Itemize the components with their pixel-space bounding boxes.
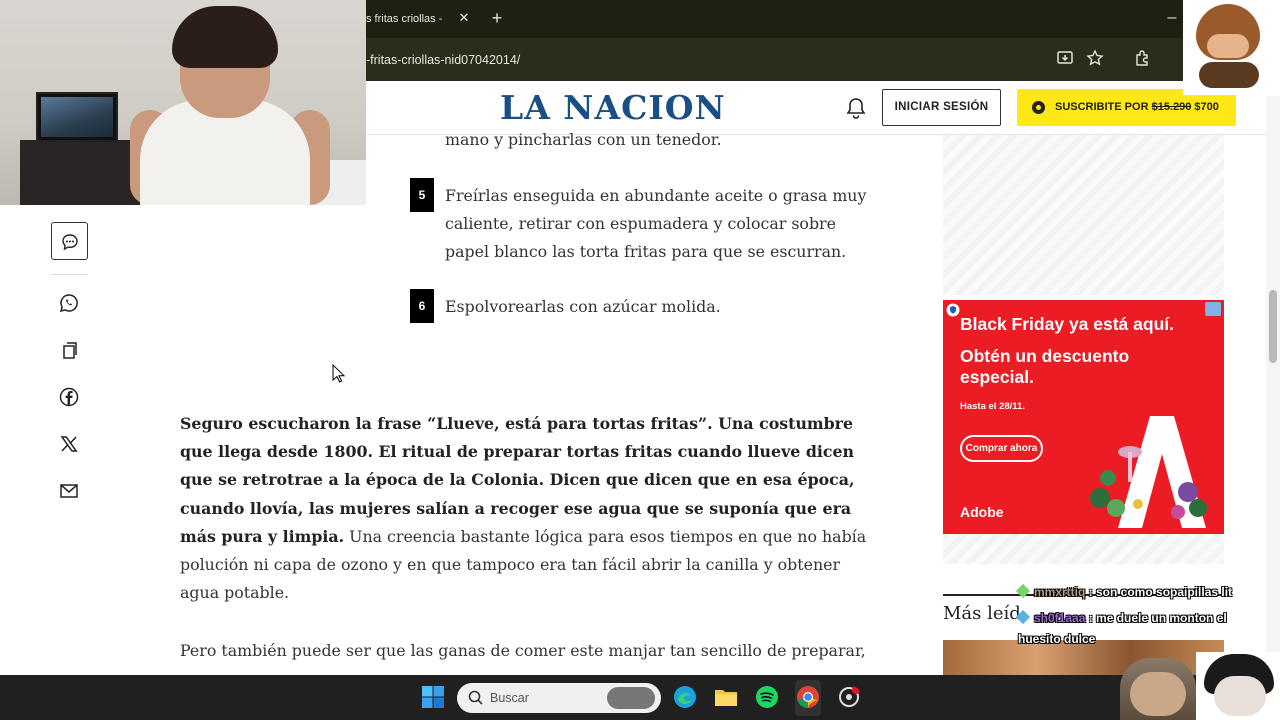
login-button[interactable]: INICIAR SESIÓN <box>882 89 1001 126</box>
scrollbar-thumb[interactable] <box>1269 290 1277 363</box>
step-text: Espolvorearlas con azúcar molida. <box>445 297 721 316</box>
comments-button[interactable] <box>51 222 88 260</box>
tab-close-icon[interactable]: ✕ <box>457 10 471 26</box>
search-placeholder: Buscar <box>490 691 529 705</box>
price-new: $700 <box>1194 101 1219 113</box>
mail-icon[interactable] <box>58 480 80 502</box>
screen: s fritas criollas - ✕ + – -fritas-crioll… <box>0 0 1280 720</box>
step-number: 5 <box>410 178 434 212</box>
mouse-cursor-icon <box>332 364 346 383</box>
chat-message: mmxrttiq : son como sopaipillas lit <box>1015 583 1232 599</box>
bookmark-star-icon[interactable] <box>1085 49 1105 69</box>
step-4-tail: mano y pincharlas con un tenedor. <box>445 130 722 149</box>
chat-message: sh0f1aaa : me duele un monton el <box>1015 609 1227 625</box>
taskbar-search[interactable]: Buscar <box>457 683 661 713</box>
comment-icon <box>62 234 78 251</box>
webcam-overlay <box>0 0 366 205</box>
ad-placeholder <box>943 135 1224 295</box>
shield-icon <box>946 303 960 317</box>
chat-badge-icon <box>1015 609 1031 625</box>
ad-cta-button[interactable]: Comprar ahora <box>960 435 1043 462</box>
extensions-icon[interactable] <box>1132 49 1152 69</box>
url-text[interactable]: -fritas-criollas-nid07042014/ <box>366 50 520 70</box>
chat-badge-icon <box>1015 583 1031 599</box>
chrome-icon[interactable] <box>796 685 820 709</box>
character-overlay-face <box>1214 676 1266 716</box>
most-read-heading: Más leíd <box>943 603 1021 624</box>
ad-placeholder <box>943 534 1224 564</box>
goomba-overlay-image <box>1183 0 1280 95</box>
edge-icon[interactable] <box>673 685 697 709</box>
new-tab-button[interactable]: + <box>488 8 506 28</box>
minimize-button[interactable]: – <box>1164 8 1180 28</box>
bell-icon[interactable] <box>845 96 867 120</box>
facebook-icon[interactable] <box>58 386 80 408</box>
ad-date: Hasta el 28/11. <box>960 401 1025 412</box>
subscribe-dot-icon <box>1032 101 1045 114</box>
windows-start-icon[interactable] <box>421 685 445 709</box>
site-logo[interactable]: LA NACION <box>500 86 752 130</box>
ad-title: Black Friday ya está aquí. <box>960 314 1174 334</box>
copy-icon[interactable] <box>58 339 80 361</box>
file-explorer-icon[interactable] <box>714 685 738 709</box>
search-icon <box>468 690 483 705</box>
character-overlay-face <box>1130 672 1186 716</box>
scrollbar[interactable] <box>1266 96 1280 675</box>
price-old: $15.290 <box>1151 101 1192 113</box>
ad-brand: Adobe <box>960 504 1004 520</box>
search-highlight-image <box>607 687 655 709</box>
step-text: Freírlas enseguida en abundante aceite o… <box>445 186 867 261</box>
x-icon[interactable] <box>58 433 80 455</box>
spotify-icon[interactable] <box>755 685 779 709</box>
adobe-a-artwork <box>1090 416 1207 528</box>
step-number: 6 <box>410 289 434 323</box>
install-app-icon[interactable] <box>1055 49 1075 69</box>
whatsapp-icon[interactable] <box>58 292 80 314</box>
settings-icon[interactable] <box>837 685 861 709</box>
chat-message: huesito dulce <box>1018 632 1096 646</box>
ad-subtitle: Obtén un descuento especial. <box>960 346 1130 387</box>
rail-divider <box>51 274 88 275</box>
article-paragraph: Seguro escucharon la frase “Llueve, está… <box>180 414 867 603</box>
adobe-ad[interactable]: Black Friday ya está aquí. Obtén un desc… <box>943 300 1224 534</box>
article-paragraph: Pero también puede ser que las ganas de … <box>180 641 866 660</box>
